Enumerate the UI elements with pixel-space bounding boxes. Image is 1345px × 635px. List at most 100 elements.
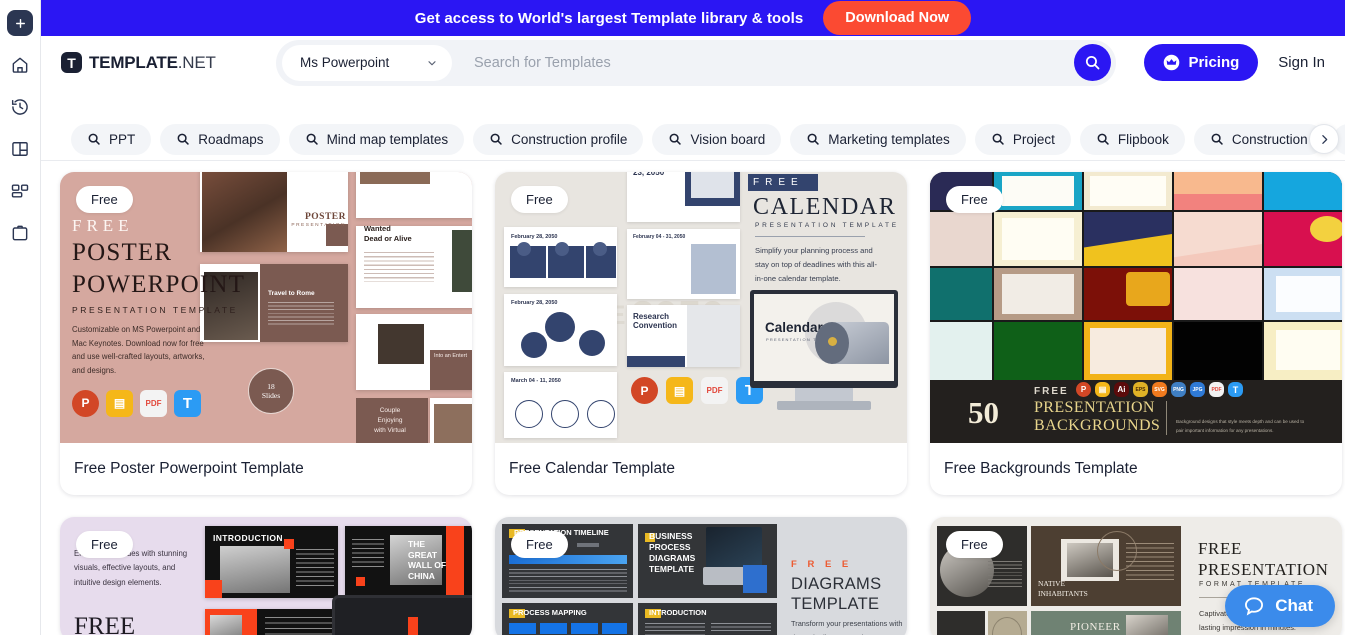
- sidebar-item-collections[interactable]: [7, 178, 33, 204]
- crown-badge-icon: [1164, 54, 1180, 71]
- thumb-headline-2: TEMPLATE: [791, 595, 880, 613]
- promo-banner: Get access to World's largest Template l…: [41, 0, 1345, 36]
- thumb-body: Simplify your planning process and stay …: [755, 246, 877, 284]
- pricing-label: Pricing: [1188, 54, 1240, 71]
- template-thumbnail: 50 FREE PRESENTATION BACKGROUNDS Backgro…: [930, 172, 1342, 443]
- thumb-free-word: F R E E: [791, 559, 853, 570]
- chat-widget-button[interactable]: Chat: [1225, 585, 1335, 627]
- thumb-headline-1: POSTER: [72, 239, 173, 266]
- category-chip[interactable]: Flipbook: [1079, 123, 1185, 155]
- search-button[interactable]: [1074, 44, 1111, 81]
- thumb-subtitle: PRESENTATION TEMPLATE: [755, 222, 899, 229]
- category-chip-label: PPT: [109, 131, 136, 147]
- search-icon: [1211, 133, 1223, 145]
- category-chip[interactable]: Roadmaps: [160, 123, 280, 155]
- site-header: T TEMPLATE.NET Ms Powerpoint Pricing Sig…: [41, 36, 1345, 89]
- slide-label-process-mapping: PROCESS MAPPING: [513, 608, 587, 617]
- chevron-right-icon: [1321, 134, 1327, 144]
- slide-label-introduction: INTRODUCTION: [213, 533, 283, 543]
- logo[interactable]: T TEMPLATE.NET: [61, 52, 276, 73]
- sign-in-link[interactable]: Sign In: [1278, 54, 1325, 71]
- powerpoint-icon: P: [631, 377, 658, 404]
- free-badge: Free: [946, 186, 1003, 213]
- home-icon: [12, 57, 28, 73]
- download-now-button[interactable]: Download Now: [823, 1, 972, 35]
- template-card[interactable]: 50 FREE PRESENTATION BACKGROUNDS Backgro…: [930, 172, 1342, 495]
- category-chip[interactable]: Vision board: [652, 123, 782, 155]
- category-chip[interactable]: Marketing templates: [790, 123, 966, 155]
- category-chip-label: Roadmaps: [198, 131, 264, 147]
- category-chips-bar: PPT Roadmaps Mind map templates Constructio…: [41, 118, 1345, 161]
- template-thumbnail: PRESENTATION TIMELINE BUSINESS PROCESS D…: [495, 517, 907, 635]
- powerpoint-icon: P: [72, 389, 99, 417]
- format-icons: P ▤ Ai EPS SVG PNG JPG PDF T: [1076, 382, 1243, 397]
- sidebar-item-templates[interactable]: [7, 136, 33, 162]
- template-grid-inner: Wanted Dead or Alive Couple Enjoying with V…: [60, 172, 1345, 635]
- category-chip-label: Flipbook: [1117, 131, 1169, 147]
- template-card[interactable]: AGENDA 2050 February 28, 2050 February 2…: [495, 172, 907, 495]
- thumb-free-word: FREE: [753, 177, 804, 188]
- template-card[interactable]: Elevate your slides with stunning visual…: [60, 517, 472, 635]
- category-select[interactable]: Ms Powerpoint: [282, 44, 452, 81]
- card-title: Free Calendar Template: [509, 460, 675, 477]
- template-thumbnail: Wanted Dead or Alive Couple Enjoying with V…: [60, 172, 472, 443]
- thumb-headline-1: FREE: [1198, 539, 1242, 558]
- slide-label-great-wall: THE GREAT WALL OF CHINA: [408, 539, 447, 581]
- ai-icon: Ai: [1114, 382, 1129, 397]
- thumb-body: Transform your presentations with dynami…: [791, 619, 903, 635]
- sidebar-item-home[interactable]: [7, 52, 33, 78]
- template-card[interactable]: PRESENTATION TIMELINE BUSINESS PROCESS D…: [495, 517, 907, 635]
- pdf-icon: PDF: [701, 377, 728, 404]
- free-badge: Free: [511, 531, 568, 558]
- sidebar-item-projects[interactable]: [7, 220, 33, 246]
- thumb-headline-2: POWERPOINT: [72, 270, 246, 298]
- slide-label-pioneer: PIONEER: [1070, 621, 1121, 633]
- search-input[interactable]: [452, 53, 1074, 72]
- slide-label-native: NATIVE INHABITANTS: [1038, 579, 1088, 598]
- typeface-icon: T: [1228, 382, 1243, 397]
- chips-next-button[interactable]: [1309, 124, 1339, 154]
- search-icon: [807, 133, 819, 145]
- free-badge: Free: [946, 531, 1003, 558]
- category-chip-label: Project: [1012, 131, 1055, 147]
- search-icon: [670, 133, 682, 145]
- add-button[interactable]: [7, 10, 33, 36]
- category-chip-label: Marketing templates: [828, 131, 950, 147]
- slides-word: Slides: [261, 391, 281, 400]
- search-icon: [88, 133, 100, 145]
- card-title: Free Backgrounds Template: [944, 460, 1138, 477]
- google-slides-icon: ▤: [1095, 382, 1110, 397]
- category-chip-label: Construction: [1231, 131, 1308, 147]
- pdf-icon: PDF: [140, 389, 167, 417]
- sidebar-item-history[interactable]: [7, 94, 33, 120]
- search-icon: [992, 133, 1004, 145]
- pricing-button[interactable]: Pricing: [1144, 44, 1259, 81]
- card-title: Free Poster Powerpoint Template: [74, 460, 304, 477]
- category-chip[interactable]: Project: [974, 123, 1071, 155]
- slide-label-bpd: BUSINESS PROCESS DIAGRAMS TEMPLATE: [649, 531, 696, 574]
- slide-label-introduction: INTRODUCTION: [649, 608, 707, 617]
- search-icon: [177, 133, 189, 145]
- category-chip-label: Mind map templates: [326, 131, 449, 147]
- thumb-headline-1: CALENDAR: [753, 194, 897, 220]
- logo-text: TEMPLATE.NET: [89, 53, 216, 73]
- pdf-icon: PDF: [1209, 382, 1224, 397]
- left-rail: [0, 0, 41, 635]
- jpeg-icon: JPG: [1190, 382, 1205, 397]
- template-card[interactable]: Wanted Dead or Alive Couple Enjoying with V…: [60, 172, 472, 495]
- category-chip[interactable]: Construction profile: [473, 123, 644, 155]
- search-icon: [490, 133, 502, 145]
- category-chip[interactable]: PPT: [71, 123, 152, 155]
- chat-label: Chat: [1275, 596, 1313, 615]
- png-icon: PNG: [1171, 382, 1186, 397]
- category-chip[interactable]: Mind map templates: [288, 123, 465, 155]
- thumb-body: Background designs that style meets dept…: [1176, 419, 1305, 433]
- thumb-headline-1: DIAGRAMS: [791, 575, 882, 593]
- svg-icon: SVG: [1152, 382, 1167, 397]
- slides-count: 18: [267, 381, 275, 391]
- category-chip-label: Vision board: [690, 131, 766, 147]
- layout-panels-icon: [12, 142, 28, 156]
- free-badge: Free: [76, 186, 133, 213]
- category-chip[interactable]: Construction: [1193, 123, 1324, 155]
- thumb-count: 50: [968, 395, 999, 430]
